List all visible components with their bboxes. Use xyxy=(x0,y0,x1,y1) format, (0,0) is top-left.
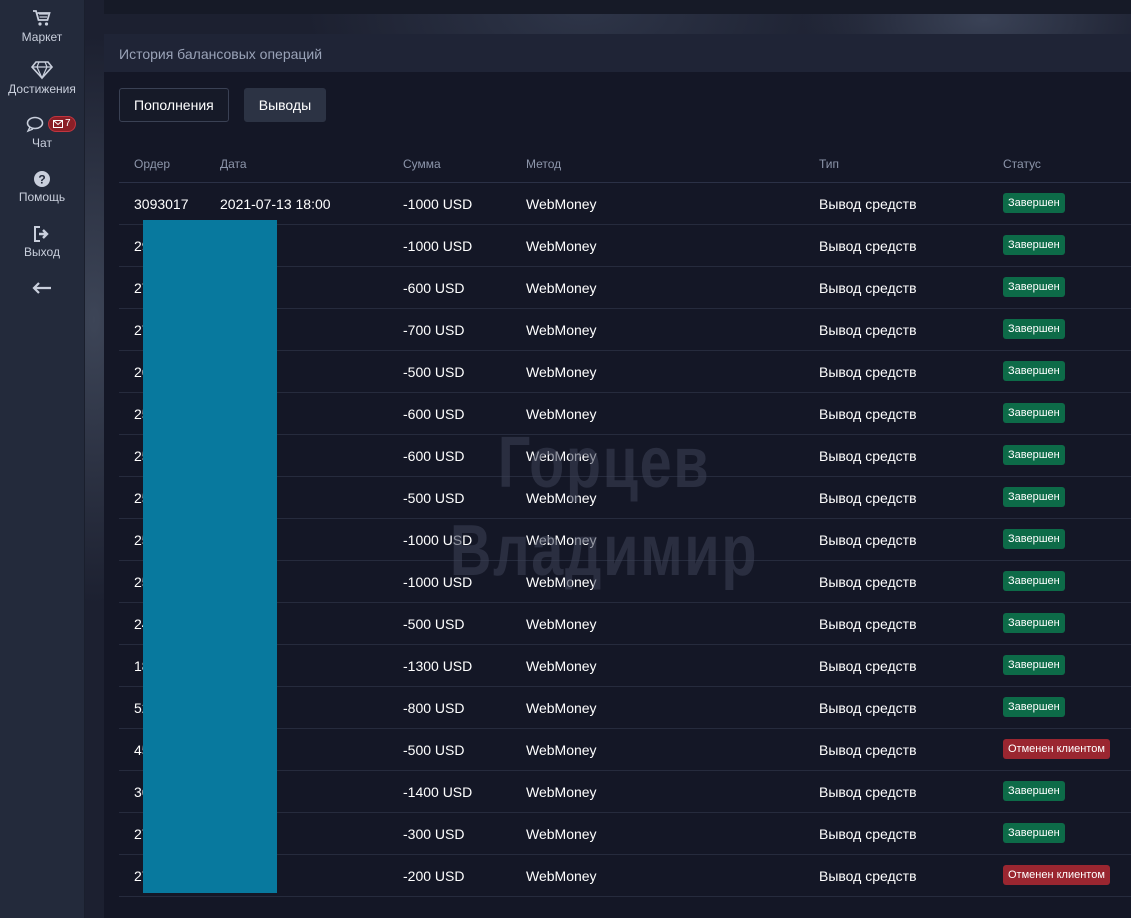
chat-unread-badge: 7 xyxy=(48,116,76,132)
method-cell: WebMoney xyxy=(526,322,597,338)
type-cell: Вывод средств xyxy=(819,280,917,296)
date-cell: 2021-07-13 18:00 xyxy=(220,196,331,212)
type-cell: Вывод средств xyxy=(819,238,917,254)
type-cell: Вывод средств xyxy=(819,406,917,422)
status-badge: Завершен xyxy=(1003,403,1065,423)
status-badge: Завершен xyxy=(1003,697,1065,717)
sum-cell: -1300 USD xyxy=(403,658,473,674)
arrow-left-icon xyxy=(32,282,51,294)
table-row[interactable]: 3093017 2021-07-13 18:00 -1000 USD WebMoney… xyxy=(119,183,1131,225)
method-cell: WebMoney xyxy=(526,238,597,254)
status-badge: Завершен xyxy=(1003,193,1065,213)
order-cell: 3093017 xyxy=(134,196,189,212)
sidebar-item-label: Маркет xyxy=(21,30,63,44)
type-cell: Вывод средств xyxy=(819,322,917,338)
type-cell: Вывод средств xyxy=(819,364,917,380)
chat-icon xyxy=(26,116,44,133)
sidebar-item-label: Достижения xyxy=(8,82,76,96)
status-badge: Завершен xyxy=(1003,235,1065,255)
status-badge: Завершен xyxy=(1003,781,1065,801)
status-badge: Завершен xyxy=(1003,613,1065,633)
sum-cell: -500 USD xyxy=(403,742,465,758)
column-header-type[interactable]: Тип xyxy=(819,157,839,171)
sidebar: Маркет Достижения 7 Чат ? Помощь Выход xyxy=(0,0,84,918)
method-cell: WebMoney xyxy=(526,700,597,716)
tab-deposits[interactable]: Пополнения xyxy=(119,88,229,122)
tab-withdrawals[interactable]: Выводы xyxy=(243,88,327,122)
type-cell: Вывод средств xyxy=(819,658,917,674)
sum-cell: -500 USD xyxy=(403,616,465,632)
method-cell: WebMoney xyxy=(526,616,597,632)
sum-cell: -500 USD xyxy=(403,364,465,380)
tabs: Пополнения Выводы xyxy=(119,88,327,122)
column-header-sum[interactable]: Сумма xyxy=(403,157,441,171)
status-badge: Завершен xyxy=(1003,571,1065,591)
top-strip xyxy=(104,0,1131,14)
panel-title: История балансовых операций xyxy=(104,34,1131,72)
diamond-icon xyxy=(31,61,53,80)
column-header-order[interactable]: Ордер xyxy=(134,157,170,171)
sidebar-item-chat[interactable]: 7 Чат xyxy=(0,116,84,150)
svg-text:?: ? xyxy=(38,173,45,187)
sum-cell: -200 USD xyxy=(403,868,465,884)
type-cell: Вывод средств xyxy=(819,574,917,590)
table-header: Ордер Дата Сумма Метод Тип Статус xyxy=(119,146,1131,183)
sum-cell: -1000 USD xyxy=(403,196,473,212)
status-badge: Отменен клиентом xyxy=(1003,865,1110,885)
sum-cell: -1400 USD xyxy=(403,784,473,800)
type-cell: Вывод средств xyxy=(819,532,917,548)
method-cell: WebMoney xyxy=(526,280,597,296)
column-header-date[interactable]: Дата xyxy=(220,157,247,171)
type-cell: Вывод средств xyxy=(819,826,917,842)
column-header-status[interactable]: Статус xyxy=(1003,157,1041,171)
type-cell: Вывод средств xyxy=(819,742,917,758)
sidebar-item-achievements[interactable]: Достижения xyxy=(0,60,84,96)
status-badge: Завершен xyxy=(1003,655,1065,675)
type-cell: Вывод средств xyxy=(819,616,917,632)
watermark-line: Владимир xyxy=(449,511,759,591)
status-badge: Завершен xyxy=(1003,823,1065,843)
sidebar-item-label: Чат xyxy=(32,136,52,150)
status-badge: Завершен xyxy=(1003,529,1065,549)
watermark: Горцев Владимир xyxy=(444,419,764,595)
sum-cell: -700 USD xyxy=(403,322,465,338)
redaction-box xyxy=(143,220,277,893)
sidebar-item-logout[interactable]: Выход xyxy=(0,225,84,259)
status-badge: Завершен xyxy=(1003,487,1065,507)
watermark-line: Горцев xyxy=(497,423,711,503)
column-header-method[interactable]: Метод xyxy=(526,157,561,171)
status-badge: Завершен xyxy=(1003,445,1065,465)
type-cell: Вывод средств xyxy=(819,700,917,716)
sidebar-collapse-button[interactable] xyxy=(0,282,84,296)
sum-cell: -1000 USD xyxy=(403,238,473,254)
method-cell: WebMoney xyxy=(526,364,597,380)
type-cell: Вывод средств xyxy=(819,490,917,506)
method-cell: WebMoney xyxy=(526,196,597,212)
status-badge: Отменен клиентом xyxy=(1003,739,1110,759)
method-cell: WebMoney xyxy=(526,868,597,884)
type-cell: Вывод средств xyxy=(819,196,917,212)
sidebar-item-help[interactable]: ? Помощь xyxy=(0,170,84,204)
status-badge: Завершен xyxy=(1003,277,1065,297)
sidebar-item-market[interactable]: Маркет xyxy=(0,8,84,44)
type-cell: Вывод средств xyxy=(819,784,917,800)
help-icon: ? xyxy=(34,171,50,187)
method-cell: WebMoney xyxy=(526,784,597,800)
type-cell: Вывод средств xyxy=(819,448,917,464)
cart-icon xyxy=(33,10,51,26)
sum-cell: -600 USD xyxy=(403,280,465,296)
method-cell: WebMoney xyxy=(526,742,597,758)
sum-cell: -300 USD xyxy=(403,826,465,842)
envelope-icon xyxy=(53,120,63,128)
sidebar-item-label: Выход xyxy=(24,245,60,259)
type-cell: Вывод средств xyxy=(819,868,917,884)
status-badge: Завершен xyxy=(1003,319,1065,339)
logout-icon xyxy=(34,226,49,242)
method-cell: WebMoney xyxy=(526,658,597,674)
sum-cell: -800 USD xyxy=(403,700,465,716)
method-cell: WebMoney xyxy=(526,826,597,842)
status-badge: Завершен xyxy=(1003,361,1065,381)
chat-unread-count: 7 xyxy=(65,118,71,129)
sidebar-item-label: Помощь xyxy=(18,190,66,204)
